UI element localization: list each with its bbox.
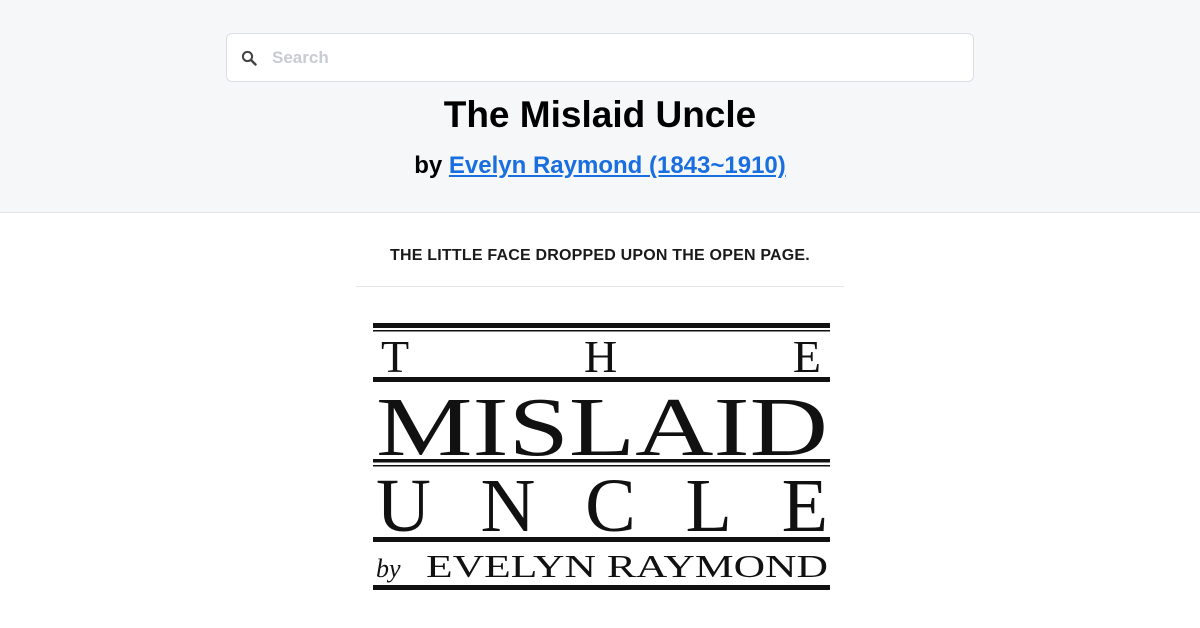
book-title: The Mislaid Uncle (443, 94, 757, 135)
author-link[interactable]: Evelyn Raymond (1843~1910) (449, 152, 786, 179)
byline: by Evelyn Raymond (1843~1910) (0, 150, 1200, 182)
search-icon[interactable] (240, 49, 258, 67)
cover-illustration: T H E MISLAID UNCLE by EVELYN RAYMOND (366, 316, 836, 598)
caption-divider (356, 286, 844, 287)
cover-title-art: T H E MISLAID UNCLE by EVELYN RAYMOND (373, 323, 830, 590)
page-header: The Mislaid Uncle by Evelyn Raymond (184… (0, 0, 1200, 213)
by-label: by (414, 152, 443, 179)
cover-line-the: T H E (381, 331, 821, 382)
cover-line-uncle: UNCLE (376, 464, 828, 548)
search-input[interactable] (272, 34, 973, 81)
cover-line-by: by (376, 554, 401, 583)
illustration-caption: THE LITTLE FACE DROPPED UPON THE OPEN PA… (390, 247, 810, 264)
search-bar[interactable] (226, 33, 974, 82)
cover-line-author: EVELYN RAYMOND (426, 548, 828, 584)
